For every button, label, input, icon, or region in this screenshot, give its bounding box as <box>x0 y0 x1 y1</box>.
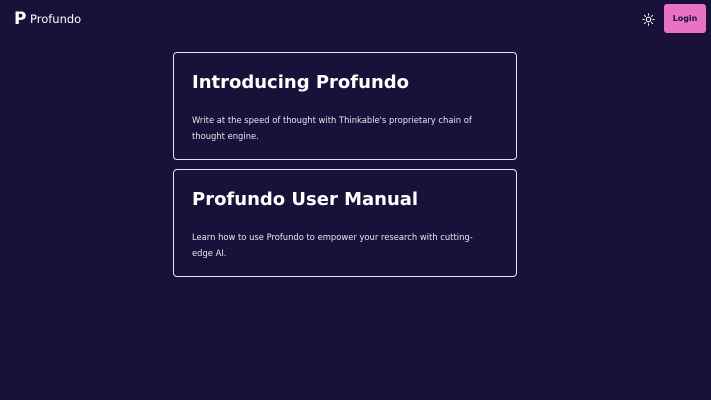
card-description: Learn how to use Profundo to empower you… <box>192 232 473 258</box>
card-introducing-profundo[interactable]: Introducing Profundo Write at the speed … <box>173 52 517 160</box>
sun-icon <box>641 12 655 26</box>
card-title: Profundo User Manual <box>192 189 419 210</box>
card-description: Write at the speed of thought with Think… <box>192 115 472 141</box>
top-bar: P Profundo Login <box>0 0 711 38</box>
card-title: Introducing Profundo <box>192 72 410 93</box>
login-button[interactable]: Login <box>664 4 706 33</box>
profundo-logo-icon: P <box>14 9 27 29</box>
theme-toggle-button[interactable] <box>640 11 656 27</box>
brand-name: Profundo <box>30 12 82 26</box>
brand-link[interactable]: P Profundo <box>14 10 81 28</box>
card-user-manual[interactable]: Profundo User Manual Learn how to use Pr… <box>173 169 517 277</box>
